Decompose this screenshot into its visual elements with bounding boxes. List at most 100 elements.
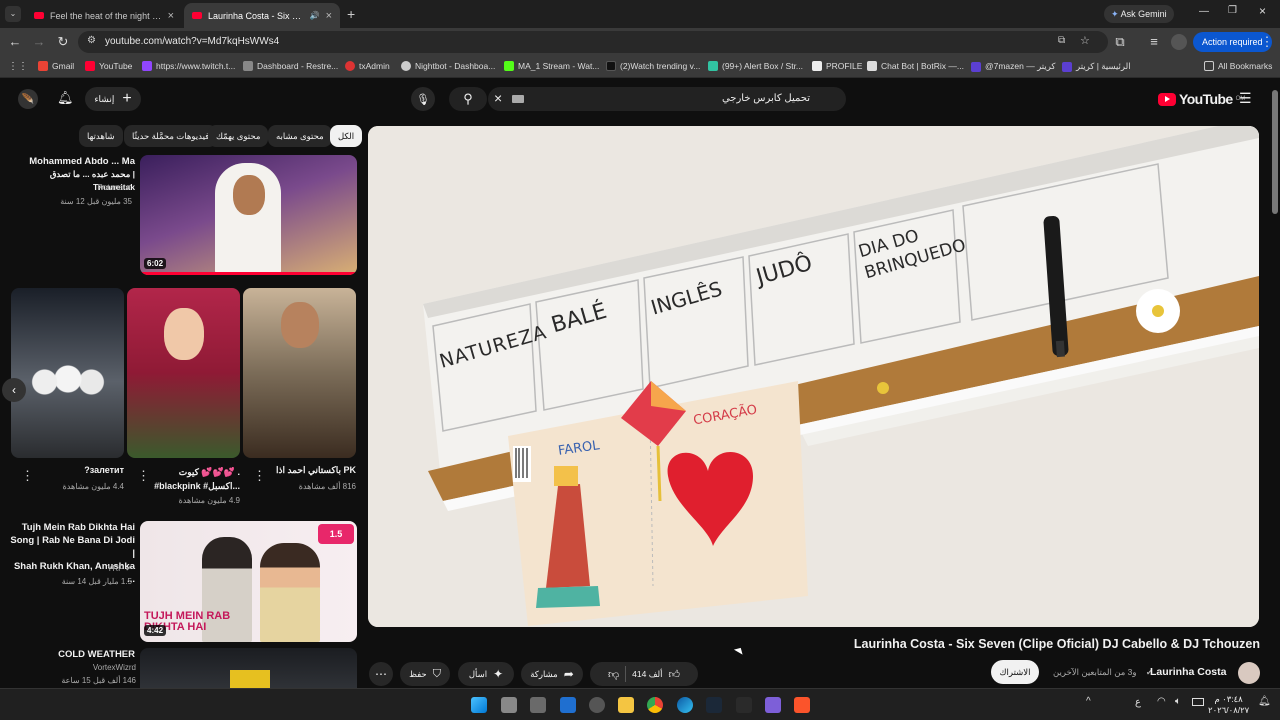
short-2-menu-icon[interactable]: ⋮ (137, 468, 150, 484)
bookmark-profile[interactable]: PROFILE (812, 61, 862, 71)
likes-count[interactable]: 414 ألف (632, 669, 662, 680)
start-icon[interactable] (471, 697, 487, 713)
bookmark-twitch[interactable]: https://www.twitch.t... (142, 61, 235, 71)
restore-button[interactable]: ❐ (1228, 5, 1237, 16)
close-window-button[interactable]: × (1259, 4, 1266, 18)
brave-icon[interactable] (794, 697, 810, 713)
site-info-icon[interactable]: ⚙ (87, 35, 96, 46)
side-video-2-channel[interactable]: YRF ✔︎ (60, 564, 132, 573)
channel-avatar[interactable] (1238, 662, 1260, 684)
minimize-button[interactable]: — (1199, 6, 1209, 17)
short-3-title[interactable]: باكستاني احمد اذا PK (268, 465, 356, 476)
reload-icon[interactable]: ↻ (55, 34, 71, 50)
bookmark-kick[interactable]: MA_1 Stream - Wat... (504, 61, 599, 71)
apps-icon[interactable]: ⋮⋮ (8, 61, 28, 72)
app-settings-icon[interactable] (589, 697, 605, 713)
bookmark-botrix[interactable]: Chat Bot | BotRix —... (867, 61, 964, 71)
extensions-icon[interactable]: ⧉ (1112, 34, 1128, 50)
close-tab-icon[interactable]: × (168, 10, 174, 22)
more-actions-button[interactable]: ⋯ (369, 662, 393, 686)
account-avatar[interactable]: 🪶 (18, 89, 38, 109)
speaker-icon[interactable]: 🔊 (310, 11, 320, 20)
chip-for-you[interactable]: محتوى يهمّك (208, 125, 269, 147)
tab-feel-the-heat[interactable]: Feel the heat of the night (Free × (26, 3, 182, 28)
gamepad-icon[interactable] (765, 697, 781, 713)
bookmark-star-icon[interactable]: ☆ (1080, 34, 1090, 47)
bookmark-gmail[interactable]: Gmail (38, 61, 74, 71)
side-video-1-thumbnail[interactable]: 6:02 (140, 155, 357, 275)
task-view-icon[interactable] (501, 697, 517, 713)
notification-center-icon[interactable]: 🔔︎ (1258, 696, 1271, 707)
save-button[interactable]: حفظ ⛉ (400, 662, 450, 686)
edge-icon[interactable] (677, 697, 693, 713)
subscribe-button[interactable]: الاشتراك (991, 660, 1039, 684)
guide-menu-icon[interactable]: ☰ (1239, 90, 1252, 107)
keyboard-icon[interactable] (512, 95, 524, 103)
bookmark-tiktok[interactable]: (2)Watch trending v... (606, 61, 700, 71)
browser-menu-icon[interactable]: ⋮ (1259, 34, 1275, 50)
scrollbar-thumb[interactable] (1272, 90, 1278, 214)
chip-related[interactable]: محتوى مشابه (268, 125, 332, 147)
create-button[interactable]: إنشاء + (85, 87, 141, 111)
back-icon[interactable]: ← (7, 34, 23, 50)
short-1-thumbnail[interactable] (11, 288, 124, 458)
search-input[interactable]: × تحميل كابرس خارجي (488, 87, 846, 111)
channel-name[interactable]: Laurinha Costa (1150, 666, 1226, 678)
bookmark-youtube[interactable]: YouTube (85, 61, 132, 71)
short-1-menu-icon[interactable]: ⋮ (21, 468, 34, 484)
short-3-menu-icon[interactable]: ⋮ (253, 468, 266, 484)
side-video-3-title[interactable]: COLD WEATHER (8, 648, 135, 661)
store-icon[interactable] (530, 697, 546, 713)
tab-laurinha-costa[interactable]: Laurinha Costa - Six Seven 🔊 × (184, 3, 340, 28)
system-clock[interactable]: ٠٣:٤٨ م ٢٠٢٦/٠٨/٢٧ (1208, 694, 1249, 716)
ask-gemini-button[interactable]: ✦ Ask Gemini (1104, 5, 1174, 23)
side-video-3-thumbnail[interactable] (140, 648, 357, 688)
ask-button[interactable]: اسأل ✦ (458, 662, 514, 686)
short-1-title[interactable]: ?залетит (40, 465, 124, 475)
forward-icon[interactable]: → (31, 34, 47, 50)
side-video-2-thumbnail[interactable]: 1.5 TUJH MEIN RAB DIKHTA HAI 4:42 (140, 521, 357, 642)
page-scrollbar[interactable] (1270, 82, 1280, 688)
bookmark-alertbox[interactable]: (99+) Alert Box / Str... (708, 61, 803, 71)
bookmark-txadmin[interactable]: txAdmin (345, 61, 390, 71)
like-icon[interactable]: 👍︎ (668, 668, 680, 681)
install-icon[interactable]: ⧉ (1058, 35, 1065, 46)
bookmark-kreator-home[interactable]: الرئيسية | كريتر (1062, 61, 1131, 72)
bookmark-nightbot[interactable]: Nightbot - Dashboa... (401, 61, 495, 71)
profile-avatar[interactable] (1171, 34, 1187, 50)
media-controls-icon[interactable]: ≡ (1146, 34, 1162, 50)
notifications-bell-icon[interactable]: 🔔︎ (57, 90, 74, 106)
short-3-thumbnail[interactable] (243, 288, 356, 458)
file-explorer-icon[interactable] (618, 697, 634, 713)
url-text[interactable]: youtube.com/watch?v=Md7kqHsWWs4 (105, 36, 279, 47)
side-video-1-channel[interactable]: Rotana ✔︎ (60, 183, 132, 192)
side-video-3-channel[interactable]: VortexWizrd (60, 663, 136, 672)
volume-icon[interactable]: 🔈︎ (1175, 696, 1181, 707)
chip-all[interactable]: الكل (330, 125, 363, 147)
clear-search-icon[interactable]: × (494, 90, 502, 106)
all-bookmarks[interactable]: All Bookmarks (1204, 61, 1272, 71)
steam-icon[interactable] (706, 697, 722, 713)
new-tab-button[interactable]: + (347, 6, 355, 22)
short-2-thumbnail[interactable] (127, 288, 240, 458)
chip-recently-uploaded[interactable]: فيديوهات محمَّلة حديثًا (124, 125, 218, 147)
short-2-title[interactable]: كيوت 💕💕💕 . #blackpink #اكسبل... (152, 465, 240, 493)
address-bar[interactable]: ⚙ youtube.com/watch?v=Md7kqHsWWs4 ⧉ ☆ (78, 31, 1108, 53)
tab-search-button[interactable]: ⌄ (5, 6, 21, 22)
shelf-prev-button[interactable]: ‹ (2, 378, 26, 402)
bookmark-kreator-profile[interactable]: @7mazen — كريتر (971, 61, 1055, 72)
app-editor-icon[interactable] (560, 697, 576, 713)
language-indicator[interactable]: ع (1135, 697, 1141, 708)
dislike-icon[interactable]: 👎︎ (608, 668, 619, 681)
video-player[interactable]: NATUREZA BALÉ INGLÊS JUDÔ DIA DO BRINQUE… (368, 126, 1259, 627)
close-tab-icon[interactable]: × (326, 10, 332, 22)
wifi-icon[interactable]: ◠ (1157, 696, 1166, 707)
epic-games-icon[interactable] (736, 697, 752, 713)
voice-search-button[interactable]: 🎙︎ (411, 87, 435, 111)
youtube-logo[interactable]: YouTube OM (1158, 91, 1245, 107)
search-button[interactable]: ⚲ (449, 87, 487, 111)
chrome-icon[interactable] (647, 697, 663, 713)
battery-icon[interactable] (1192, 698, 1204, 706)
tray-chevron-icon[interactable]: ^ (1086, 696, 1091, 707)
share-button[interactable]: مشاركة ➦ (521, 662, 583, 686)
